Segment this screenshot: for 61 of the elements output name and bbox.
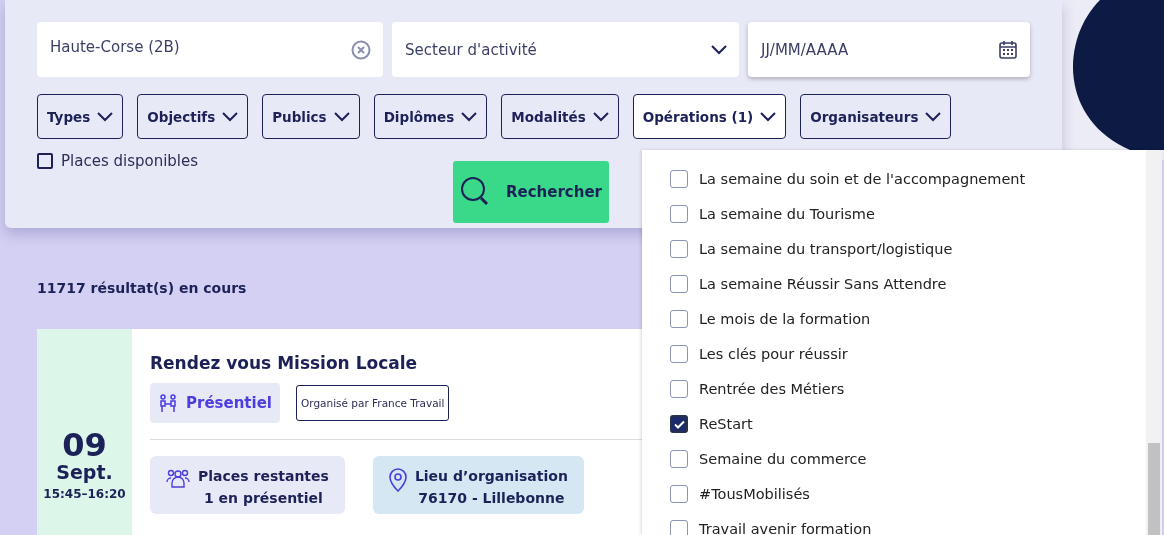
filter-dropdown[interactable]: Organisateurs [800, 94, 952, 139]
clear-icon[interactable] [351, 39, 371, 60]
option-label[interactable]: #TousMobilisés [699, 486, 810, 502]
date-field[interactable]: JJ/MM/AAAA [748, 22, 1030, 77]
chevron-down-icon [222, 111, 239, 122]
option-label[interactable]: Semaine du commerce [699, 451, 867, 467]
checkbox-label: Places disponibles [61, 152, 199, 170]
option-label[interactable]: ReStart [699, 416, 753, 432]
group-icon [166, 468, 190, 488]
event-month: Sept. [56, 461, 113, 483]
option-label[interactable]: La semaine du transport/logistique [699, 241, 953, 257]
chevron-down-icon [711, 44, 727, 55]
filter-dropdown[interactable]: Opérations (1) [632, 94, 787, 139]
places-label: Places restantes [198, 468, 329, 484]
checkbox[interactable] [37, 153, 53, 169]
option-checkbox[interactable] [670, 275, 688, 293]
option-label[interactable]: Les clés pour réussir [699, 346, 848, 362]
chevron-down-icon [97, 111, 114, 122]
event-time: 15:45–16:20 [43, 487, 126, 501]
search-button[interactable]: Rechercher [453, 161, 609, 223]
chevron-down-icon [333, 111, 350, 122]
scrollbar-thumb[interactable] [1148, 443, 1160, 535]
chevron-down-icon [592, 111, 609, 122]
event-title: Rendez vous Mission Locale [150, 353, 418, 373]
results-count: 11717 résultat(s) en cours [37, 280, 247, 296]
chevron-down-icon [461, 111, 478, 122]
option-label[interactable]: La semaine du Tourisme [699, 206, 875, 222]
option-label[interactable]: La semaine du soin et de l'accompagnement [699, 171, 1026, 187]
organizer-tag: Organisé par France Travail [296, 385, 450, 421]
option-checkbox[interactable] [670, 310, 688, 328]
calendar-icon[interactable] [998, 39, 1018, 60]
option-checkbox[interactable] [670, 345, 688, 363]
people-icon [158, 393, 178, 413]
option-label[interactable]: Le mois de la formation [699, 311, 871, 327]
location-value: 76170 - Lillebonne [418, 490, 565, 506]
sector-dropdown[interactable]: Secteur d'activité [392, 22, 739, 77]
filter-dropdown[interactable]: Modalités [501, 94, 619, 139]
filter-dropdown[interactable]: Objectifs [137, 94, 249, 139]
option-checkbox[interactable] [670, 205, 688, 223]
option-checkbox[interactable] [670, 170, 688, 188]
option-checkbox[interactable] [670, 240, 688, 258]
option-checkbox[interactable] [670, 485, 688, 503]
checkmark-icon [673, 419, 685, 429]
option-label[interactable]: La semaine Réussir Sans Attendre [699, 276, 947, 292]
filter-dropdown[interactable]: Types [37, 94, 124, 139]
location-field[interactable]: Haute-Corse (2B) [37, 22, 383, 77]
mode-tag: Présentiel [150, 383, 280, 423]
option-checkbox[interactable] [670, 415, 688, 433]
option-label[interactable]: Rentrée des Métiers [699, 381, 845, 397]
option-checkbox[interactable] [670, 450, 688, 468]
chevron-down-icon [760, 111, 777, 122]
option-checkbox[interactable] [670, 520, 688, 535]
filter-dropdown[interactable]: Publics [262, 94, 360, 139]
option-label[interactable]: Travail avenir formation [699, 521, 872, 535]
location-pin-icon [388, 468, 407, 492]
location-label: Lieu d’organisation [414, 468, 568, 484]
chevron-down-icon [925, 111, 942, 122]
filter-dropdown[interactable]: Diplômes [373, 94, 488, 139]
places-value: 1 en présentiel [203, 490, 323, 506]
event-day: 09 [62, 429, 107, 461]
option-checkbox[interactable] [670, 380, 688, 398]
